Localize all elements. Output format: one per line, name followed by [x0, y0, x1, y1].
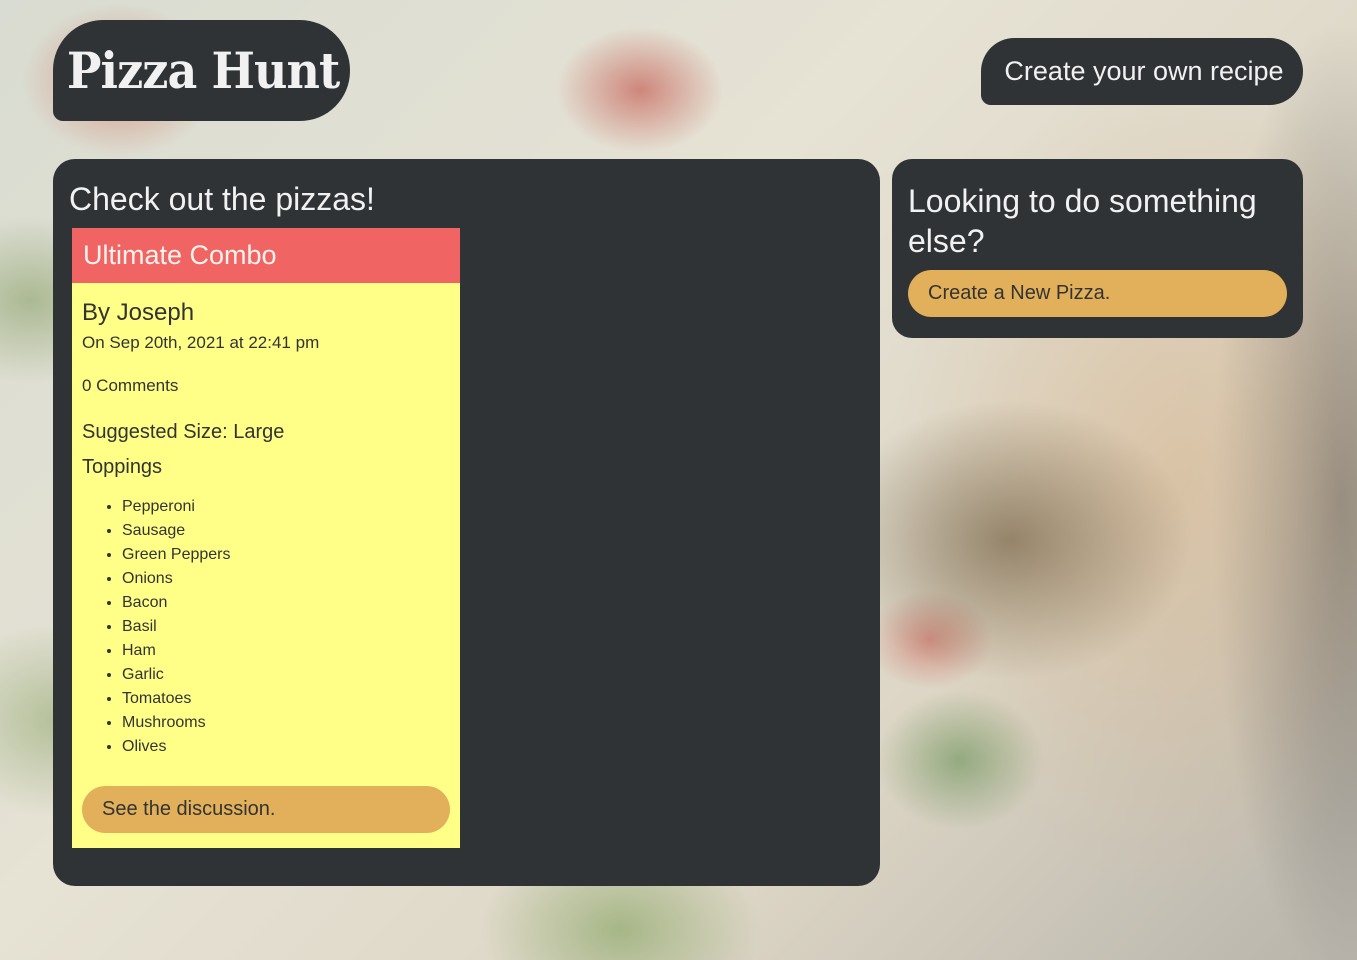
topping-item: Tomatoes [122, 687, 450, 711]
create-recipe-link[interactable]: Create your own recipe [981, 38, 1303, 105]
topping-item: Pepperoni [122, 495, 450, 519]
logo-text: Pizza Hunt [67, 41, 340, 100]
suggested-size: Suggested Size: Large [82, 421, 285, 443]
topping-item: Green Peppers [122, 543, 450, 567]
topping-item: Ham [122, 639, 450, 663]
logo[interactable]: Pizza Hunt [53, 20, 350, 121]
pizza-list-panel: Check out the pizzas! Ultimate Combo By … [53, 159, 880, 886]
create-new-pizza-button[interactable]: Create a New Pizza. [908, 270, 1287, 317]
topping-item: Sausage [122, 519, 450, 543]
page-title: Check out the pizzas! [69, 181, 375, 217]
pizza-date: On Sep 20th, 2021 at 22:41 pm [82, 333, 320, 352]
pizza-name: Ultimate Combo [72, 228, 460, 283]
side-heading: Looking to do something else? [908, 183, 1257, 259]
toppings-title: Toppings [82, 456, 163, 478]
pizza-card-body: By Joseph On Sep 20th, 2021 at 22:41 pm … [72, 299, 460, 759]
topping-item: Basil [122, 615, 450, 639]
see-discussion-button[interactable]: See the discussion. [82, 786, 450, 833]
pizza-card: Ultimate Combo By Joseph On Sep 20th, 20… [72, 228, 460, 848]
pizza-author: By Joseph [82, 299, 195, 326]
side-panel: Looking to do something else? Create a N… [892, 159, 1303, 338]
topping-item: Mushrooms [122, 711, 450, 735]
topping-item: Bacon [122, 591, 450, 615]
topping-list: Pepperoni Sausage Green Peppers Onions B… [82, 495, 450, 759]
topping-item: Garlic [122, 663, 450, 687]
topping-item: Olives [122, 735, 450, 759]
topping-item: Onions [122, 567, 450, 591]
comment-count: 0 Comments [82, 376, 179, 395]
